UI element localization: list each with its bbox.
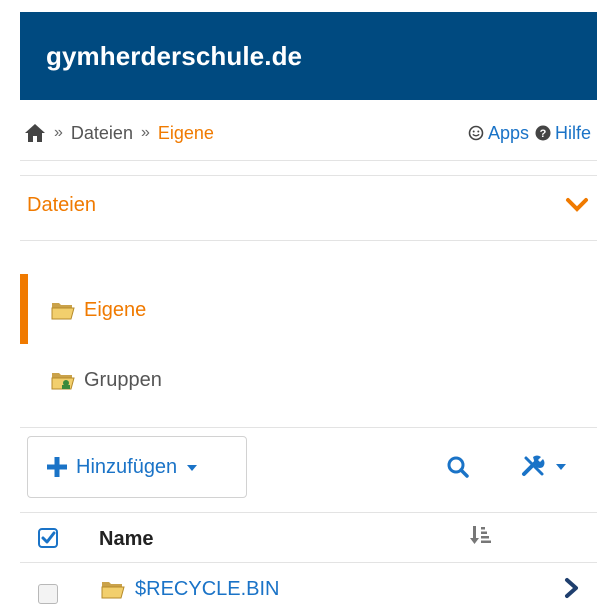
- divider: [20, 175, 597, 176]
- file-name-link[interactable]: $RECYCLE.BIN: [135, 578, 280, 601]
- folder-open-icon: [51, 303, 75, 320]
- divider: [20, 562, 597, 563]
- nav-label: Eigene: [84, 298, 147, 321]
- chevron-down-icon[interactable]: [565, 194, 589, 216]
- divider: [20, 512, 597, 513]
- caret-icon: [556, 464, 566, 470]
- section-title[interactable]: Dateien: [27, 194, 96, 217]
- tools-menu[interactable]: [520, 452, 570, 480]
- breadcrumb: » Dateien » Eigene Apps ? Hilfe: [24, 118, 597, 148]
- group-folder-icon: [51, 373, 75, 390]
- breadcrumb-separator: »: [54, 124, 63, 141]
- nav-item-eigene[interactable]: Eigene: [50, 280, 597, 340]
- breadcrumb-separator: »: [140, 124, 150, 141]
- divider: [20, 160, 597, 161]
- apps-label: Apps: [487, 122, 529, 143]
- plus-icon: [47, 457, 67, 477]
- help-icon: ?: [535, 125, 551, 141]
- add-label: Hinzufügen: [76, 455, 178, 478]
- breadcrumb-item-eigene: Eigene: [157, 122, 214, 143]
- row-checkbox[interactable]: [38, 584, 58, 604]
- site-title: gymherderschule.de: [46, 40, 303, 71]
- active-indicator: [20, 274, 28, 344]
- folder-icon: [101, 582, 125, 599]
- search-icon[interactable]: [446, 455, 470, 479]
- app-header: gymherderschule.de: [20, 12, 597, 100]
- divider: [20, 240, 597, 241]
- apps-link[interactable]: Apps: [468, 123, 529, 144]
- caret-icon: [187, 465, 198, 471]
- select-all-checkbox-icon[interactable]: [38, 528, 58, 548]
- divider: [20, 427, 597, 428]
- column-header-name[interactable]: Name: [99, 528, 153, 551]
- chevron-right-icon[interactable]: [564, 577, 580, 599]
- help-link[interactable]: ? Hilfe: [535, 123, 591, 144]
- home-icon[interactable]: [24, 123, 46, 143]
- sort-icon[interactable]: [470, 525, 492, 545]
- svg-text:?: ?: [540, 128, 547, 140]
- add-button[interactable]: Hinzufügen: [27, 436, 247, 498]
- help-label: Hilfe: [554, 122, 591, 143]
- breadcrumb-item-dateien[interactable]: Dateien: [71, 123, 133, 144]
- nav-label: Gruppen: [84, 368, 162, 391]
- tools-icon: [522, 455, 545, 476]
- nav-item-gruppen[interactable]: Gruppen: [50, 350, 597, 410]
- apps-icon: [468, 125, 484, 141]
